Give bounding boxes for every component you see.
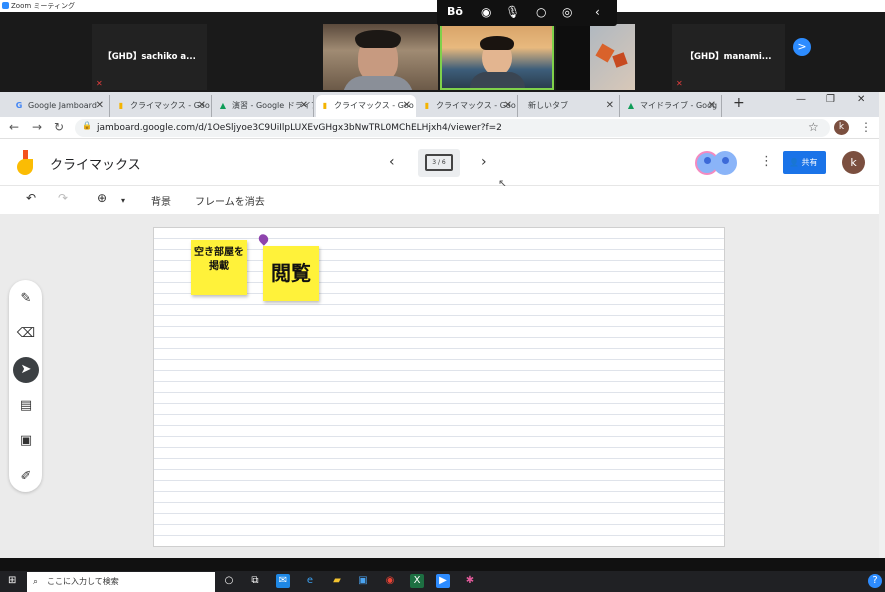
more-options-icon[interactable]: ⋮ <box>760 154 773 169</box>
drive-icon: ▲ <box>219 101 227 110</box>
zoom-bottom-bar <box>0 558 885 571</box>
reload-icon[interactable]: ↻ <box>54 120 64 134</box>
lock-icon: 🔒 <box>82 121 92 130</box>
jamboard-logo-icon <box>17 150 33 175</box>
frame-indicator[interactable]: 3 / 6 <box>425 154 453 171</box>
task-view-icon[interactable]: ⧉ <box>248 574 262 588</box>
windows-start-icon[interactable]: ⊞ <box>8 575 16 586</box>
collaborator-avatar[interactable] <box>713 151 737 175</box>
tab-climax-1[interactable]: ▮ クライマックス - Goo ✕ <box>112 95 212 117</box>
image-icon[interactable]: ▣ <box>13 428 39 454</box>
zoom-dropdown-icon[interactable]: ▾ <box>121 196 125 205</box>
sticky-note-icon[interactable]: ▤ <box>13 393 39 419</box>
zoom-title-text: Zoom ミーティング <box>11 2 75 10</box>
circle-icon[interactable]: ○ <box>536 5 546 19</box>
browser-profile-avatar[interactable]: k <box>834 120 849 135</box>
select-icon[interactable]: ➤ <box>13 357 39 383</box>
jamboard-icon: ▮ <box>424 101 430 110</box>
collaborator-avatars[interactable] <box>695 151 739 175</box>
chrome-icon[interactable]: ◉ <box>383 574 397 588</box>
tab-label: Google Jamboard <box>28 101 97 110</box>
close-icon[interactable]: ✕ <box>708 95 716 117</box>
restore-icon[interactable]: ❐ <box>826 94 835 105</box>
microphone-icon[interactable]: 🎙 <box>505 5 520 19</box>
participant-name: 【GHD】manami... <box>685 52 772 62</box>
person-add-icon: 👤 <box>789 158 799 167</box>
search-icon: ⌕ <box>33 577 39 587</box>
zoom-icon[interactable]: ⊕ <box>97 191 107 205</box>
search-placeholder: ここに入力して検索 <box>47 577 119 586</box>
close-icon[interactable]: ✕ <box>403 95 411 117</box>
back-icon[interactable]: ← <box>9 120 19 134</box>
eraser-icon[interactable]: ⌫ <box>13 321 39 347</box>
participant-tile-manami[interactable]: 【GHD】manami... ✕ <box>672 24 785 90</box>
tab-new[interactable]: 新しいタブ ✕ <box>520 95 620 117</box>
window-scrollbar[interactable] <box>879 92 885 558</box>
audio-wave-icon[interactable]: ◎ <box>562 5 572 19</box>
url-text[interactable]: jamboard.google.com/d/1OeSljyoe3C9UiIlpL… <box>97 121 502 135</box>
jamboard-toolbar <box>0 186 879 214</box>
help-icon[interactable]: ? <box>868 574 882 588</box>
jamboard-icon: ▮ <box>118 101 124 110</box>
share-label: 共有 <box>801 158 818 167</box>
tab-climax-3[interactable]: ▮ クライマックス - Goo ✕ <box>418 95 518 117</box>
tab-climax-active[interactable]: ▮ クライマックス - Goo ✕ <box>316 95 416 117</box>
close-icon[interactable]: ✕ <box>198 95 206 117</box>
previous-frame-icon[interactable]: ‹ <box>389 154 395 170</box>
slack-icon[interactable]: ✱ <box>463 574 477 588</box>
minimize-icon[interactable]: — <box>796 94 806 105</box>
background-button[interactable]: 背景 <box>151 193 171 208</box>
chevron-left-icon[interactable]: ‹ <box>595 5 600 19</box>
redo-icon[interactable]: ↷ <box>58 191 68 205</box>
zoom-icon <box>2 2 9 9</box>
muted-mic-icon: ✕ <box>96 79 103 88</box>
file-explorer-icon[interactable]: ▰ <box>330 574 344 588</box>
account-avatar[interactable]: k <box>842 151 865 174</box>
zoom-app-icon[interactable]: ▶ <box>436 574 450 588</box>
participant-video-1[interactable] <box>323 24 438 90</box>
participant-tile-sachiko[interactable]: 【GHD】sachiko a... ✕ <box>92 24 207 90</box>
close-icon[interactable]: ✕ <box>96 95 104 117</box>
tab-drive-practice[interactable]: ▲ 演習 - Google ドライブ ✕ <box>214 95 314 117</box>
drive-icon: ▲ <box>627 101 635 110</box>
sticky-note[interactable]: 閲覧 <box>263 246 319 301</box>
participant-name: 【GHD】sachiko a... <box>103 52 196 62</box>
clear-frame-button[interactable]: フレームを消去 <box>195 193 265 208</box>
participant-video-2[interactable] <box>440 24 554 90</box>
laser-icon[interactable]: ✐ <box>13 464 39 490</box>
zoom-floating-toolbar: Bō ◉ 🎙 ○ ◎ ‹ <box>437 0 617 26</box>
jamboard-icon: ▮ <box>322 101 328 110</box>
muted-mic-icon: ✕ <box>676 79 683 88</box>
tab-google-jamboard[interactable]: G Google Jamboard ✕ <box>10 95 110 117</box>
close-icon[interactable]: ✕ <box>504 95 512 117</box>
share-button[interactable]: 👤 共有 <box>783 151 826 174</box>
close-icon[interactable]: ✕ <box>606 95 614 117</box>
excel-icon[interactable]: X <box>410 574 424 588</box>
bookmark-star-icon[interactable]: ☆ <box>808 120 819 134</box>
participant-video-4[interactable] <box>590 24 635 90</box>
browser-menu-icon[interactable]: ⋮ <box>860 120 872 134</box>
zoom-next-page-button[interactable]: > <box>793 38 811 56</box>
mail-icon[interactable]: ✉ <box>276 574 290 588</box>
tab-label: マイドライブ - Goog <box>640 101 718 110</box>
new-tab-button[interactable]: + <box>733 95 745 111</box>
forward-icon[interactable]: → <box>32 120 42 134</box>
store-icon[interactable]: ▣ <box>356 574 370 588</box>
tab-label: 新しいタブ <box>528 101 568 110</box>
tab-my-drive[interactable]: ▲ マイドライブ - Goog ✕ <box>622 95 722 117</box>
pen-icon[interactable]: ✎ <box>13 286 39 312</box>
sticky-note[interactable]: 空き部屋を掲載 <box>191 240 247 295</box>
next-frame-icon[interactable]: › <box>481 154 487 170</box>
close-icon[interactable]: ✕ <box>300 95 308 117</box>
google-icon: G <box>15 101 23 110</box>
taskbar-search-box[interactable]: ⌕ ここに入力して検索 <box>27 572 215 592</box>
undo-icon[interactable]: ↶ <box>26 191 36 205</box>
cortana-icon[interactable]: ○ <box>222 574 236 588</box>
bo-logo-icon[interactable]: Bō <box>447 5 463 18</box>
close-window-icon[interactable]: ✕ <box>857 94 865 105</box>
participant-video-3[interactable] <box>556 24 590 90</box>
jam-title[interactable]: クライマックス <box>50 154 141 173</box>
edge-icon[interactable]: e <box>303 574 317 588</box>
record-icon[interactable]: ◉ <box>481 5 491 19</box>
